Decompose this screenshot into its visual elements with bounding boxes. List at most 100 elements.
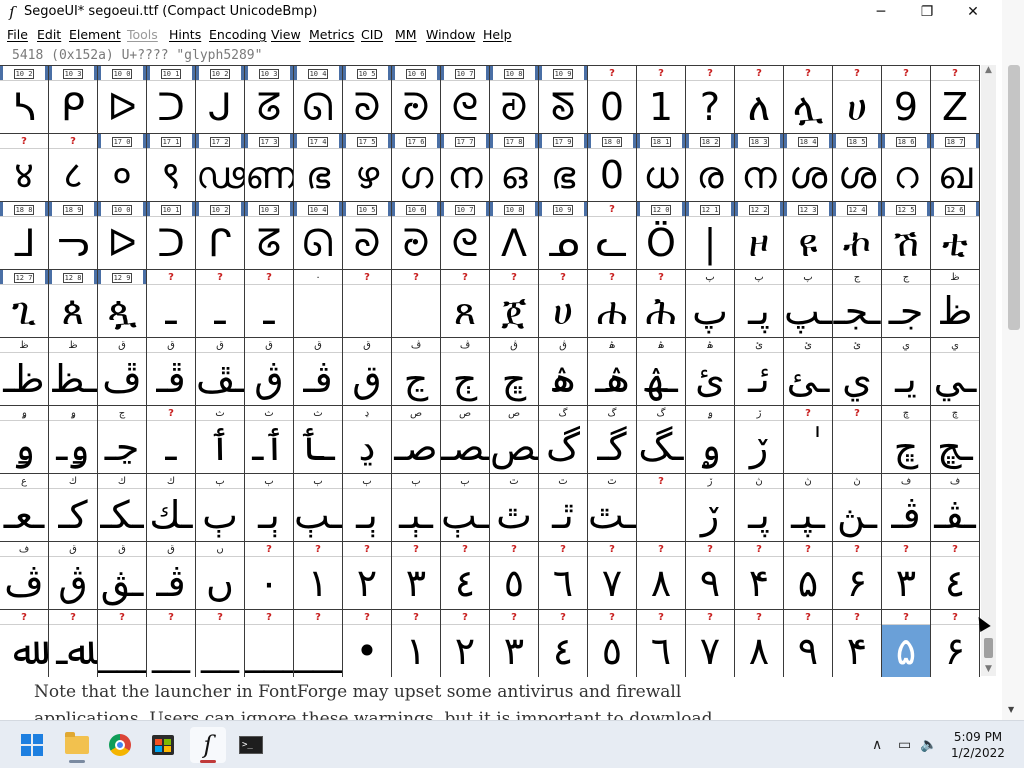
glyph-cell[interactable]: ٻ ٻـ	[245, 474, 294, 542]
glyph-cell[interactable]: 10 8 ᐱ	[490, 202, 539, 270]
glyph-cell[interactable]: 17 6 ഗ	[392, 134, 441, 202]
glyph-cell[interactable]: ? ٢	[343, 542, 392, 610]
glyph-cell[interactable]: 17 0 ०	[98, 134, 147, 202]
glyph-cell[interactable]: 10 2 ᓴ	[0, 66, 49, 134]
glyph-cell[interactable]: ثٲ	[196, 406, 245, 474]
glyph-cell[interactable]: 10 2 ᒍ	[196, 66, 245, 134]
glyph-cell[interactable]: پ ـپ	[784, 270, 833, 338]
glyph-cell[interactable]: ڤڄ	[441, 338, 490, 406]
start-button[interactable]	[14, 727, 50, 763]
glyph-cell[interactable]: ق ڨـ	[294, 338, 343, 406]
glyph-cell[interactable]: ص صـ	[392, 406, 441, 474]
glyph-cell[interactable]: ? ٤	[441, 542, 490, 610]
menu-cid[interactable]: CID	[361, 27, 383, 42]
glyph-cell[interactable]: ٻ ـٻـ	[392, 474, 441, 542]
glyph-cell[interactable]: ڒڒ	[735, 406, 784, 474]
glyph-cell[interactable]: ق ـڦ	[196, 338, 245, 406]
glyph-cell[interactable]: ? ٠	[245, 542, 294, 610]
menu-encoding[interactable]: Encoding	[209, 27, 267, 42]
glyph-cell[interactable]: 10 2 ᒋ	[196, 202, 245, 270]
glyph-cell[interactable]: ۄۄ	[686, 406, 735, 474]
glyph-cell[interactable]: ? ८	[49, 134, 98, 202]
glyph-cell[interactable]: 12 0 Ö	[637, 202, 686, 270]
glyph-cell[interactable]: ? ۴	[833, 610, 882, 678]
taskbar-chrome[interactable]	[102, 727, 138, 763]
menu-help[interactable]: Help	[483, 27, 512, 42]
glyph-cell[interactable]: ? ___	[245, 610, 294, 678]
glyph-cell[interactable]: 12 7 ጊ	[0, 270, 49, 338]
glyph-cell[interactable]: ? ٨	[735, 610, 784, 678]
glyph-cell[interactable]: ? ጸ	[441, 270, 490, 338]
network-button[interactable]: ▭	[898, 721, 911, 769]
glyph-cell[interactable]: ? 0	[588, 66, 637, 134]
glyph-cell[interactable]: ڽ ـڽـ	[784, 474, 833, 542]
menu-metrics[interactable]: Metrics	[309, 27, 354, 42]
glyph-cell[interactable]: 18 0 0	[588, 134, 637, 202]
glyph-cell[interactable]: ئ ئـ	[735, 338, 784, 406]
glyph-cell[interactable]: 17 5 ഴ	[343, 134, 392, 202]
glyph-cell[interactable]: 18 5 ശ	[833, 134, 882, 202]
glyph-cell[interactable]: ڇ ـڇ	[931, 406, 980, 474]
glyph-cell[interactable]: ? ٦	[637, 610, 686, 678]
glyph-cell[interactable]: ?	[637, 474, 686, 542]
glyph-cell[interactable]: ?	[343, 270, 392, 338]
glyph-cell[interactable]: ع ـعـ	[0, 474, 49, 542]
glyph-cell[interactable]: ٠	[294, 270, 343, 338]
glyph-cell[interactable]: 12 1 |	[686, 202, 735, 270]
glyph-cell[interactable]: 10 0 ᐅ	[98, 66, 147, 134]
glyph-cell[interactable]: ? ٦	[539, 542, 588, 610]
glyph-cell[interactable]: ف ڤـ	[882, 474, 931, 542]
glyph-cell[interactable]: ? ٧	[588, 542, 637, 610]
glyph-cell[interactable]: ? ሀ	[539, 270, 588, 338]
glyph-cell[interactable]: ? __	[147, 610, 196, 678]
tray-overflow-button[interactable]: ∧	[872, 721, 882, 769]
glyph-cell[interactable]: ۿئ	[686, 338, 735, 406]
scroll-down-arrow-icon[interactable]: ▼	[981, 664, 996, 676]
glyph-cell[interactable]: ? 9	[882, 66, 931, 134]
glyph-cell[interactable]: ? 1	[637, 66, 686, 134]
glyph-cell[interactable]: ? ሕ	[637, 270, 686, 338]
glyph-cell[interactable]: 10 6 ᘒ	[392, 66, 441, 134]
glyph-cell[interactable]: فڤ	[0, 542, 49, 610]
glyph-cell[interactable]: ? ﷲـ	[49, 610, 98, 678]
glyph-cell[interactable]: 12 5 ሽ	[882, 202, 931, 270]
glyph-cell[interactable]: ي يـ	[882, 338, 931, 406]
glyph-cell[interactable]: ڍڍ	[343, 406, 392, 474]
glyph-cell[interactable]: ? ٣	[882, 542, 931, 610]
glyph-cell[interactable]: ۿ ۿـ	[588, 338, 637, 406]
glyph-cell[interactable]: ڇڇ	[882, 406, 931, 474]
page-scroll-down-icon[interactable]: ▼	[1008, 705, 1014, 714]
glyph-cell[interactable]: 10 7 ᘓ	[441, 202, 490, 270]
glyph-cell[interactable]: ? ـ	[196, 270, 245, 338]
glyph-cell[interactable]: 12 4 ኯ	[833, 202, 882, 270]
glyph-cell[interactable]: قڨ	[245, 338, 294, 406]
glyph-cell[interactable]: 12 2 ዞ	[735, 202, 784, 270]
glyph-cell[interactable]: 17 7 ന	[441, 134, 490, 202]
glyph-cell[interactable]: ٻٻ	[196, 474, 245, 542]
menu-element[interactable]: Element	[69, 27, 121, 42]
glyph-cell[interactable]: ظظ	[931, 270, 980, 338]
glyph-cell[interactable]: ٿ ٿـ	[539, 474, 588, 542]
clock[interactable]: 5:09 PM 1/2/2022	[938, 729, 1018, 761]
maximize-button[interactable]: ❐	[904, 0, 950, 24]
glyph-cell[interactable]: ظ ـظ	[49, 338, 98, 406]
glyph-cell[interactable]: ںں	[196, 542, 245, 610]
glyph-cell[interactable]: ? ١	[392, 610, 441, 678]
taskbar-terminal[interactable]: >_	[233, 727, 269, 763]
glyph-cell[interactable]: ? ٤	[539, 610, 588, 678]
glyph-cell[interactable]: ث ٲـ	[245, 406, 294, 474]
glyph-cell[interactable]: 10 1 ᑐ	[147, 202, 196, 270]
glyph-cell[interactable]: پپ	[686, 270, 735, 338]
glyph-cell[interactable]: ٻ ـٻ	[294, 474, 343, 542]
glyph-cell[interactable]: ? ۴	[735, 542, 784, 610]
glyph-cell[interactable]: ??	[686, 66, 735, 134]
glyph-cell[interactable]: ق ڦـ	[147, 338, 196, 406]
glyph-cell[interactable]: قڦ	[98, 338, 147, 406]
glyph-cell[interactable]: ?ٰ	[784, 406, 833, 474]
glyph-cell[interactable]: 12 6 ቲ	[931, 202, 980, 270]
glyph-cell[interactable]: ي ـي	[931, 338, 980, 406]
glyph-cell[interactable]: 10 5 ᘐ	[343, 66, 392, 134]
menu-mm[interactable]: MM	[395, 27, 417, 42]
glyph-cell[interactable]: ? ᓚ	[588, 202, 637, 270]
glyph-cell[interactable]: 17 9 ഭ	[539, 134, 588, 202]
